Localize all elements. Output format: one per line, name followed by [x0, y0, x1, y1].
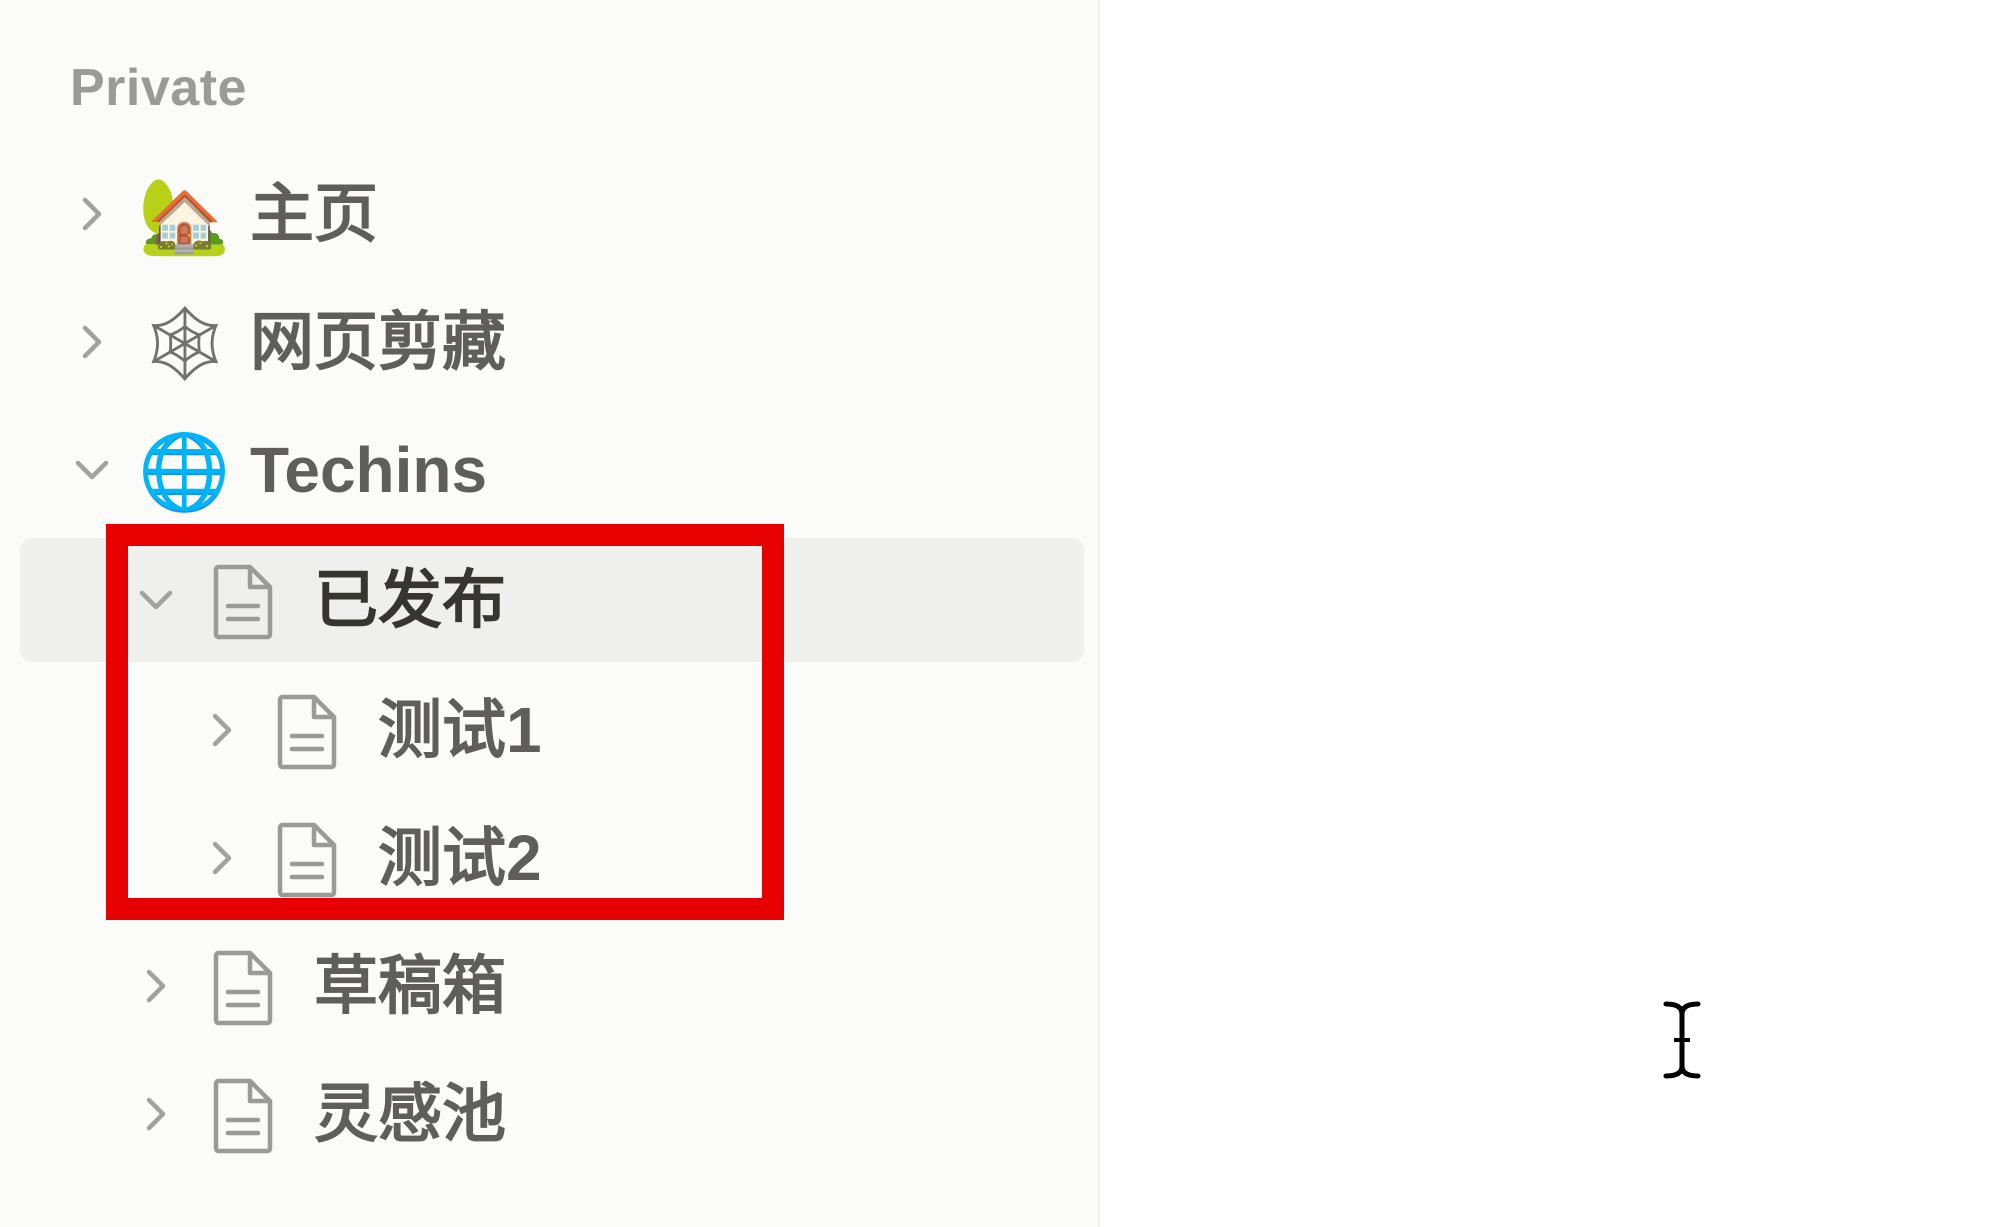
globe-icon: 🌐: [138, 429, 231, 515]
highlight-box: [106, 524, 784, 920]
section-label-private: Private: [70, 59, 247, 117]
house-with-garden-icon: 🏡: [138, 173, 231, 259]
page-content-area[interactable]: [1102, 0, 2000, 1227]
sidebar-item-label: Techins: [250, 434, 488, 506]
chevron-right-icon[interactable]: [132, 962, 180, 1010]
page-icon: [208, 950, 278, 1026]
sidebar-item-home[interactable]: 🏡 主页: [0, 152, 1100, 276]
page-icon: [208, 1078, 278, 1154]
spider-web-icon: 🕸: [138, 301, 232, 387]
sidebar-item-label: 灵感池: [314, 1078, 506, 1150]
sidebar-item-label: 网页剪藏: [250, 306, 506, 378]
text-cursor-icon: [1660, 1000, 1704, 1080]
sidebar-item-label: 主页: [250, 178, 378, 250]
sidebar-item-label: 草稿箱: [314, 950, 506, 1022]
sidebar-item-inspiration[interactable]: 灵感池: [0, 1052, 1100, 1176]
sidebar-item-techins[interactable]: 🌐 Techins: [0, 408, 1100, 532]
chevron-down-icon[interactable]: [68, 446, 116, 494]
chevron-right-icon[interactable]: [68, 318, 116, 366]
sidebar-item-drafts[interactable]: 草稿箱: [0, 924, 1100, 1048]
sidebar: Private 🏡 主页 🕸 网页剪藏 🌐 Techins 已发布 测试1 测试…: [0, 0, 1100, 1227]
chevron-right-icon[interactable]: [132, 1090, 180, 1138]
chevron-right-icon[interactable]: [68, 190, 116, 238]
sidebar-item-web-clips[interactable]: 🕸 网页剪藏: [0, 280, 1100, 404]
